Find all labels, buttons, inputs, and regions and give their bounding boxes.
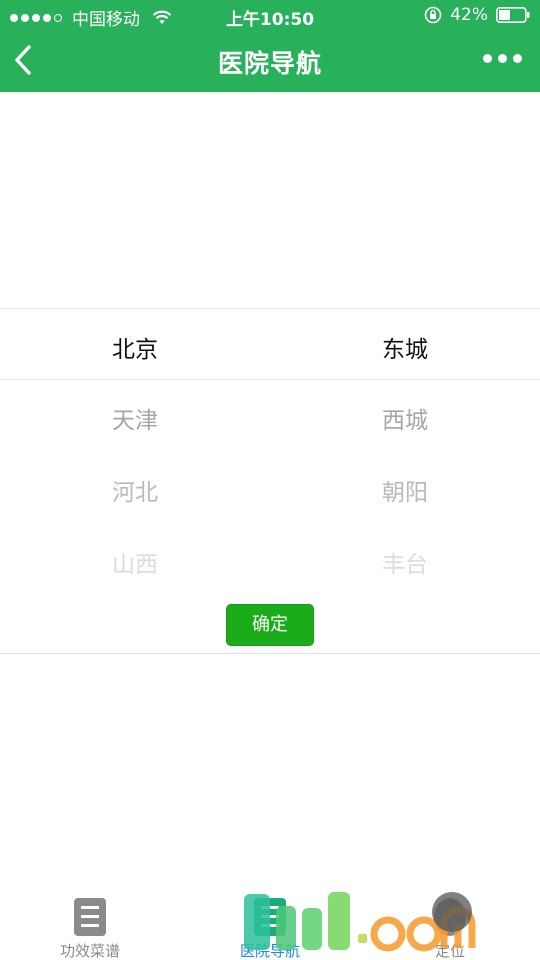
more-options-icon[interactable]: [483, 54, 522, 63]
status-bar: 中国移动 上午10:50 42%: [0, 0, 540, 30]
nav-bar: 医院导航: [0, 30, 540, 92]
battery-percent: 42%: [450, 5, 488, 25]
recipe-list-icon: [74, 898, 106, 936]
screen: 中国移动 上午10:50 42% 医院导航 北京 天津 河北 山西 东城 西城 …: [0, 0, 540, 960]
district-option-selected[interactable]: 东城: [270, 330, 540, 364]
picker-top-divider: [0, 308, 540, 309]
picker-selection-divider: [0, 379, 540, 380]
district-option[interactable]: 朝阳: [270, 473, 540, 507]
district-option[interactable]: 丰台: [270, 545, 540, 579]
district-option[interactable]: 西城: [270, 401, 540, 435]
tab-recipes[interactable]: 功效菜谱: [0, 898, 180, 960]
province-option-selected[interactable]: 北京: [0, 330, 270, 364]
province-option[interactable]: 山西: [0, 545, 270, 579]
region-picker: 北京 天津 河北 山西 东城 西城 朝阳 丰台 确定: [0, 308, 540, 654]
province-option[interactable]: 天津: [0, 401, 270, 435]
rotation-lock-icon: [424, 6, 442, 24]
picker-bottom-divider: [0, 653, 540, 654]
battery-icon: [496, 7, 530, 23]
province-option[interactable]: 河北: [0, 473, 270, 507]
watermark-logo: [244, 892, 476, 952]
confirm-button[interactable]: 确定: [226, 604, 314, 646]
status-right: 42%: [424, 5, 530, 25]
page-title: 医院导航: [217, 49, 322, 78]
tab-label: 功效菜谱: [59, 942, 120, 960]
